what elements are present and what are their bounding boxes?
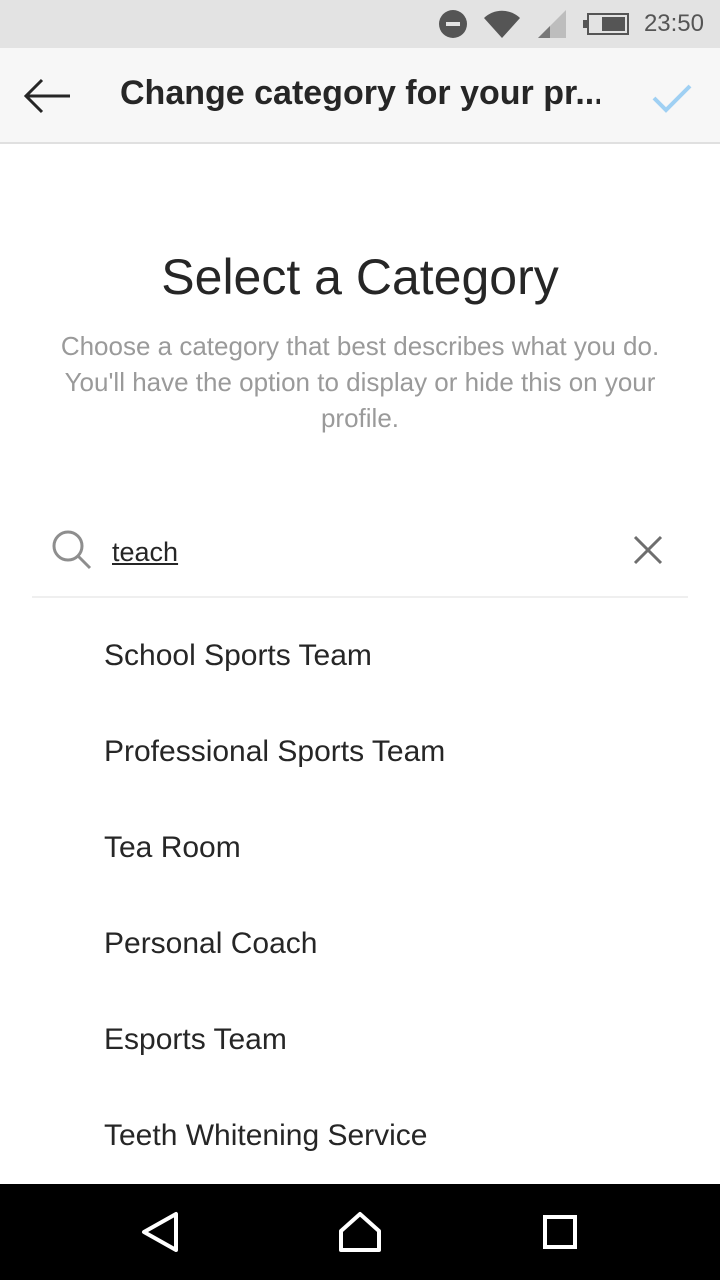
checkmark-icon <box>652 84 692 113</box>
section-description: Choose a category that best describes wh… <box>60 331 660 433</box>
app-bar: Change category for your pr... <box>0 48 720 144</box>
cell-signal-icon <box>536 8 568 40</box>
section-heading: Select a Category <box>161 249 559 305</box>
search-input[interactable] <box>112 532 592 572</box>
home-icon <box>339 1212 381 1252</box>
nav-recents-button[interactable] <box>536 1208 584 1256</box>
wifi-icon <box>482 8 522 40</box>
status-bar: 23:50 <box>0 0 720 48</box>
status-icons: 23:50 <box>424 0 704 48</box>
page-title: Change category for your pr... <box>120 74 600 112</box>
search-icon <box>52 530 92 570</box>
battery-icon <box>582 12 630 36</box>
list-item[interactable]: Esports Team <box>0 992 720 1088</box>
arrow-left-icon <box>23 78 70 114</box>
status-time: 23:50 <box>643 10 704 37</box>
nav-back-button[interactable] <box>136 1208 184 1256</box>
search-bar <box>32 510 688 598</box>
back-triangle-icon <box>142 1212 178 1252</box>
list-item[interactable]: Tea Room <box>0 800 720 896</box>
clear-search-button[interactable] <box>628 530 668 570</box>
list-item[interactable]: Teeth Whitening Service <box>0 1088 720 1184</box>
list-item[interactable]: Personal Coach <box>0 896 720 992</box>
list-item[interactable]: Professional Sports Team <box>0 704 720 800</box>
recents-icon <box>543 1215 577 1249</box>
category-results-list: School Sports Team Professional Sports T… <box>0 608 720 1184</box>
nav-home-button[interactable] <box>336 1208 384 1256</box>
back-button[interactable] <box>14 68 80 124</box>
do-not-disturb-icon <box>438 9 468 39</box>
close-icon <box>633 535 663 565</box>
system-nav-bar <box>0 1184 720 1280</box>
list-item[interactable]: School Sports Team <box>0 608 720 704</box>
confirm-button[interactable] <box>642 70 702 126</box>
